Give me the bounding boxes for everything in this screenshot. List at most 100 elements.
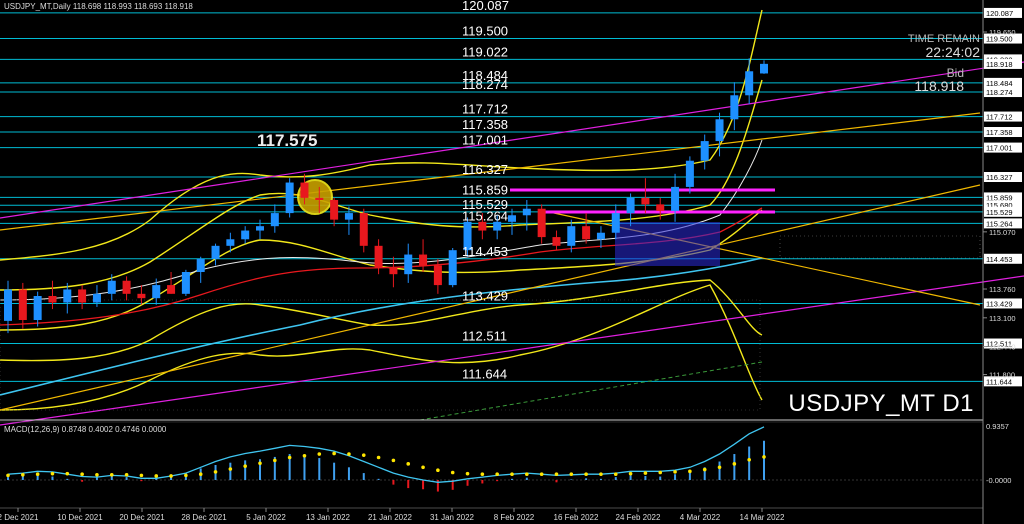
candle-body [137, 293, 146, 299]
macd-signal-dot [539, 472, 544, 477]
candle-body [122, 280, 131, 294]
level-label: 120.087 [462, 0, 509, 13]
candle-body [78, 289, 87, 303]
price-chart[interactable]: 120.087119.500119.022118.484118.274117.7… [0, 0, 1024, 524]
macd-signal-dot [228, 467, 233, 471]
macd-signal-dot [643, 471, 648, 475]
candle-body [374, 245, 383, 268]
price-scale-tag-label: 117.712 [986, 113, 1013, 122]
candle-body [241, 230, 250, 240]
candle-body [611, 213, 620, 233]
macd-signal-dot [258, 461, 262, 466]
candle-body [522, 208, 531, 216]
macd-signal-dot [599, 472, 603, 477]
candle-body [760, 63, 768, 74]
macd-scale-top-label: 0.9357 [986, 422, 1009, 431]
macd-signal-dot [109, 473, 114, 477]
macd-signal-dot [480, 472, 485, 477]
candle-body [715, 119, 724, 142]
candle-body [4, 289, 12, 321]
candle-body [92, 293, 101, 303]
price-scale-tag-label: 115.529 [986, 208, 1013, 217]
macd-signal-dot [80, 472, 84, 477]
candle-body [48, 296, 57, 303]
macd-signal-dot [198, 472, 203, 477]
time-tick-label: 10 Dec 2021 [57, 513, 103, 522]
macd-signal-dot [673, 470, 677, 474]
macd-signal-dot [450, 470, 455, 475]
level-label: 115.859 [462, 182, 508, 197]
candle-body [256, 226, 264, 231]
time-tick-label: 21 Jan 2022 [368, 513, 413, 522]
candle-body [226, 239, 235, 246]
level-label: 111.644 [462, 366, 507, 381]
macd-signal-dot [35, 472, 40, 477]
macd-signal-dot [154, 474, 159, 478]
price-tick-label: 113.100 [989, 314, 1016, 323]
macd-signal-dot [569, 472, 574, 477]
macd-signal-dot [510, 472, 514, 477]
level-label: 115.264 [462, 208, 508, 223]
time-tick-label: 5 Jan 2022 [246, 513, 286, 522]
macd-signal-dot [21, 473, 25, 477]
time-tick-label: 28 Dec 2021 [181, 513, 227, 522]
candle-body [582, 226, 591, 240]
macd-signal-dot [287, 455, 292, 460]
macd-signal-dot [747, 458, 751, 462]
level-label: 117.001 [462, 133, 508, 148]
price-tick-label: 111.800 [989, 371, 1015, 380]
bid-value: 118.918 [914, 78, 964, 94]
time-tick-label: 31 Jan 2022 [430, 513, 475, 522]
candle-body [626, 197, 635, 214]
candle-body [641, 197, 650, 205]
macd-signal-dot [525, 472, 529, 477]
level-label: 117.712 [462, 102, 508, 117]
candle-body [537, 208, 546, 238]
macd-signal-dot [213, 470, 218, 474]
price-tick-label: 119.650 [989, 28, 1016, 37]
macd-signal-dot [169, 474, 173, 478]
macd-signal-dot [332, 451, 336, 456]
candle-body [419, 254, 428, 266]
candle-body [685, 160, 694, 187]
price-tick-label: 115.070 [989, 228, 1016, 237]
level-label: 118.274 [462, 77, 508, 92]
candle-body [671, 186, 680, 211]
macd-signal-dot [6, 473, 10, 478]
macd-signal-dot [495, 472, 499, 477]
candle-body [730, 95, 739, 120]
candle-body [315, 197, 324, 200]
macd-signal-dot [65, 471, 70, 476]
macd-signal-dot [628, 471, 633, 476]
macd-signal-dot [732, 462, 737, 466]
price-scale-tag-label: 117.001 [986, 144, 1013, 153]
candle-body [508, 215, 516, 222]
high-annotation: 117.575 [257, 131, 318, 150]
candle-body [567, 226, 576, 246]
macd-signal-dot [361, 453, 366, 457]
macd-signal-dot [406, 462, 411, 466]
candle-body [700, 141, 709, 161]
candle-body [196, 258, 205, 272]
level-label: 114.453 [462, 244, 508, 259]
candle-body [285, 182, 294, 214]
candle-body [107, 280, 116, 294]
candle-body [211, 245, 220, 259]
time-tick-label: 24 Feb 2022 [616, 513, 661, 522]
candle-body [404, 254, 413, 275]
price-scale-tag-label: 118.484 [986, 79, 1013, 88]
candle-body [300, 182, 309, 198]
macd-signal-dot [391, 458, 396, 463]
macd-signal-dot [554, 472, 559, 477]
macd-info: MACD(12,26,9) 0.8748 0.4002 0.4746 0.000… [4, 425, 167, 434]
macd-signal-dot [317, 452, 322, 456]
macd-signal-dot [762, 455, 766, 459]
candle-body [152, 285, 161, 299]
macd-signal-dot [273, 458, 277, 463]
macd-signal-dot [613, 472, 618, 477]
time-tick-label: 14 Mar 2022 [740, 513, 785, 522]
price-scale-tag-label: 113.429 [986, 299, 1013, 308]
macd-signal-dot [347, 452, 351, 456]
time-tick-label: 8 Feb 2022 [494, 513, 535, 522]
time-remain-value: 22:24:02 [925, 44, 981, 60]
